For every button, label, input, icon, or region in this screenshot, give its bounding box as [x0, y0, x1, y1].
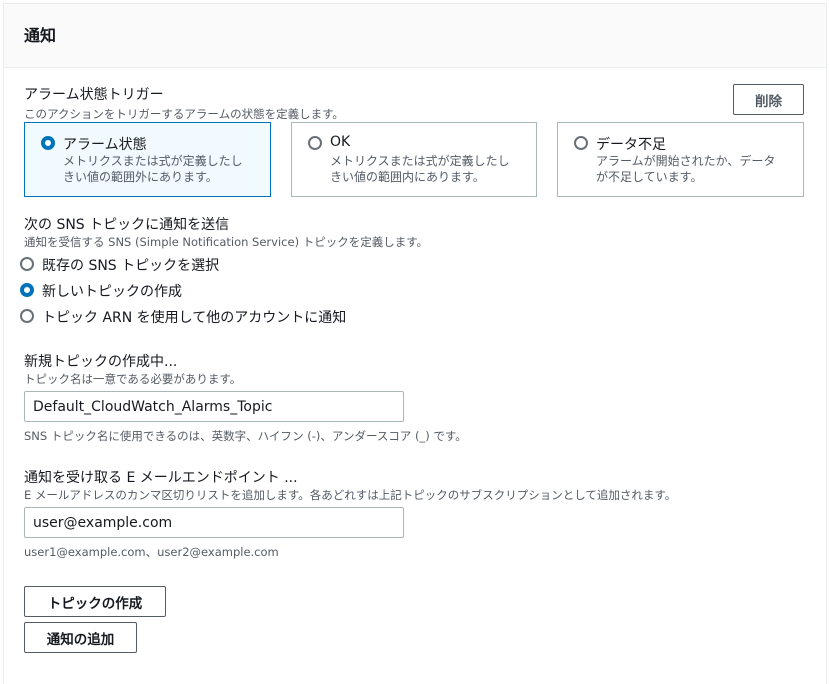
panel-title: 通知: [24, 26, 57, 45]
panel-header: 通知: [4, 4, 826, 68]
trigger-option-desc-line: が不足しています。: [596, 170, 703, 184]
trigger-label: アラーム状態トリガー: [24, 87, 164, 103]
topic-name-input[interactable]: [24, 391, 404, 422]
trigger-option-desc-line: アラームが開始されたか、データ: [596, 154, 776, 168]
sns-option-label: トピック ARN を使用して他のアカウントに通知: [42, 310, 347, 326]
topic-name-hint: SNS トピック名に使用できるのは、英数字、ハイフン (-)、アンダースコア (…: [24, 429, 467, 443]
trigger-option-alarm-radio[interactable]: [41, 136, 55, 150]
trigger-option-desc-line: きい値の範囲内にあります。: [330, 170, 485, 184]
trigger-option-ok-radio[interactable]: [308, 136, 322, 150]
trigger-option-title: データ不足: [596, 137, 666, 153]
trigger-option-insufficient-data-radio[interactable]: [574, 136, 588, 150]
trigger-option-title: アラーム状態: [63, 137, 147, 153]
sns-option-arn-radio[interactable]: [20, 309, 34, 323]
email-description: E メールアドレスのカンマ区切りリストを追加します。各あどれすは上記トピックのサ…: [24, 488, 677, 502]
email-hint: user1@example.com、user2@example.com: [24, 545, 279, 559]
trigger-description: このアクションをトリガーするアラームの状態を定義します。: [24, 107, 344, 121]
create-topic-button[interactable]: トピックの作成: [24, 586, 166, 617]
sns-description: 通知を受信する SNS (Simple Notification Service…: [24, 235, 429, 249]
sns-option-existing-radio[interactable]: [20, 257, 34, 271]
trigger-option-title: OK: [330, 134, 351, 150]
trigger-option-desc-line: メトリクスまたは式が定義したし: [330, 154, 510, 168]
trigger-option-insufficient-data[interactable]: データ不足 アラームが開始されたか、データ が不足しています。: [557, 122, 804, 197]
sns-label: 次の SNS トピックに通知を送信: [24, 217, 230, 233]
sns-option-label: 新しいトピックの作成: [42, 284, 182, 300]
email-endpoint-input[interactable]: [24, 507, 404, 538]
trigger-option-desc: メトリクスまたは式が定義したし きい値の範囲内にあります。: [330, 153, 510, 185]
trigger-option-desc: アラームが開始されたか、データ が不足しています。: [596, 153, 775, 185]
sns-option-new-radio[interactable]: [20, 283, 34, 297]
remove-button[interactable]: 削除: [733, 84, 804, 115]
new-topic-label: 新規トピックの作成中...: [24, 354, 178, 370]
trigger-option-ok[interactable]: OK メトリクスまたは式が定義したし きい値の範囲内にあります。: [291, 122, 537, 197]
trigger-option-desc: メトリクスまたは式が定義したし きい値の範囲外にあります。: [63, 153, 243, 185]
trigger-option-desc-line: メトリクスまたは式が定義したし: [63, 154, 243, 168]
add-notification-button[interactable]: 通知の追加: [24, 622, 137, 653]
new-topic-description: トピック名は一意である必要があります。: [24, 372, 242, 386]
email-label: 通知を受け取る E メールエンドポイント ...: [24, 470, 298, 486]
trigger-option-alarm[interactable]: アラーム状態 メトリクスまたは式が定義したし きい値の範囲外にあります。: [24, 122, 271, 197]
sns-option-label: 既存の SNS トピックを選択: [42, 258, 220, 274]
trigger-option-desc-line: きい値の範囲外にあります。: [63, 170, 218, 184]
